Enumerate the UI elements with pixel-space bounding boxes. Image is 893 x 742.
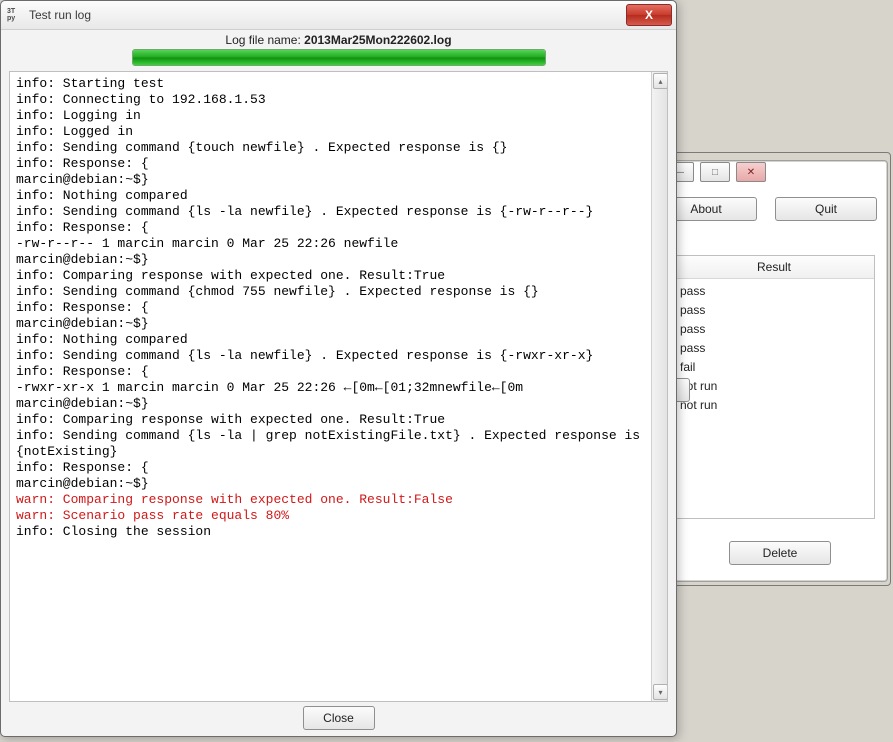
dialog-title: Test run log — [29, 8, 620, 22]
close-button[interactable]: Close — [303, 706, 375, 730]
log-line: info: Response: { — [16, 156, 149, 171]
log-line: info: Comparing response with expected o… — [16, 412, 445, 427]
log-line: info: Nothing compared — [16, 332, 188, 347]
log-line: marcin@debian:~$} — [16, 172, 149, 187]
background-toolbar: About Quit — [655, 197, 877, 221]
background-titlebar-controls: — □ ✕ — [660, 158, 892, 186]
log-box: info: Starting test info: Connecting to … — [9, 71, 668, 702]
log-line: marcin@debian:~$} — [16, 476, 149, 491]
result-row[interactable]: pass — [680, 282, 868, 301]
log-line: info: Sending command {ls -la newfile} .… — [16, 204, 593, 219]
log-scroll-area[interactable]: info: Starting test info: Connecting to … — [10, 72, 652, 701]
log-line: -rwxr-xr-x 1 marcin marcin 0 Mar 25 22:2… — [16, 380, 523, 395]
result-row[interactable]: pass — [680, 320, 868, 339]
result-row[interactable]: not run — [680, 396, 868, 415]
test-run-log-dialog: 3T py Test run log X Log file name: 2013… — [0, 0, 677, 737]
dialog-close-button[interactable]: X — [626, 4, 672, 26]
result-panel: Result passpasspasspassfailnot runnot ru… — [673, 255, 875, 519]
log-line: -rw-r--r-- 1 marcin marcin 0 Mar 25 22:2… — [16, 236, 398, 251]
log-line: info: Sending command {ls -la newfile} .… — [16, 348, 593, 363]
result-header: Result — [674, 256, 874, 279]
log-file-label: Log file name: 2013Mar25Mon222602.log — [9, 31, 668, 49]
log-line: info: Sending command {touch newfile} . … — [16, 140, 507, 155]
delete-button[interactable]: Delete — [729, 541, 831, 565]
dialog-bottom-bar: Close — [1, 704, 676, 732]
result-row[interactable]: fail — [680, 358, 868, 377]
result-row[interactable]: not run — [680, 377, 868, 396]
log-line: info: Starting test — [16, 76, 164, 91]
dialog-titlebar: 3T py Test run log X — [1, 1, 676, 30]
log-file-label-text: Log file name: — [225, 33, 304, 47]
log-line: warn: Scenario pass rate equals 80% — [16, 508, 289, 523]
dialog-body: Log file name: 2013Mar25Mon222602.log in… — [9, 31, 668, 702]
log-line: warn: Comparing response with expected o… — [16, 492, 453, 507]
log-line: info: Sending command {chmod 755 newfile… — [16, 284, 539, 299]
log-line: info: Comparing response with expected o… — [16, 268, 445, 283]
app-icon-top: 3T — [7, 8, 23, 15]
progress-bar-fill — [133, 50, 545, 65]
background-close-button[interactable]: ✕ — [736, 162, 766, 182]
result-row[interactable]: pass — [680, 339, 868, 358]
log-line: marcin@debian:~$} — [16, 396, 149, 411]
log-line: info: Closing the session — [16, 524, 211, 539]
log-line: info: Nothing compared — [16, 188, 188, 203]
vertical-scrollbar[interactable]: ▴ ▾ — [651, 72, 667, 701]
log-line: info: Logging in — [16, 108, 141, 123]
log-line: info: Connecting to 192.168.1.53 — [16, 92, 266, 107]
log-text: info: Starting test info: Connecting to … — [16, 76, 646, 540]
result-row[interactable]: pass — [680, 301, 868, 320]
log-file-name: 2013Mar25Mon222602.log — [304, 33, 451, 47]
quit-button[interactable]: Quit — [775, 197, 877, 221]
scroll-up-button[interactable]: ▴ — [653, 73, 668, 89]
maximize-button[interactable]: □ — [700, 162, 730, 182]
log-line: info: Response: { — [16, 364, 149, 379]
app-icon: 3T py — [7, 7, 23, 23]
app-icon-bottom: py — [7, 15, 23, 22]
log-line: info: Sending command {ls -la | grep not… — [16, 428, 648, 459]
result-list: passpasspasspassfailnot runnot run — [674, 279, 874, 418]
scroll-down-button[interactable]: ▾ — [653, 684, 668, 700]
log-line: info: Response: { — [16, 220, 149, 235]
log-line: marcin@debian:~$} — [16, 252, 149, 267]
log-line: info: Response: { — [16, 300, 149, 315]
progress-bar — [132, 49, 546, 66]
log-line: marcin@debian:~$} — [16, 316, 149, 331]
log-line: info: Logged in — [16, 124, 133, 139]
log-line: info: Response: { — [16, 460, 149, 475]
